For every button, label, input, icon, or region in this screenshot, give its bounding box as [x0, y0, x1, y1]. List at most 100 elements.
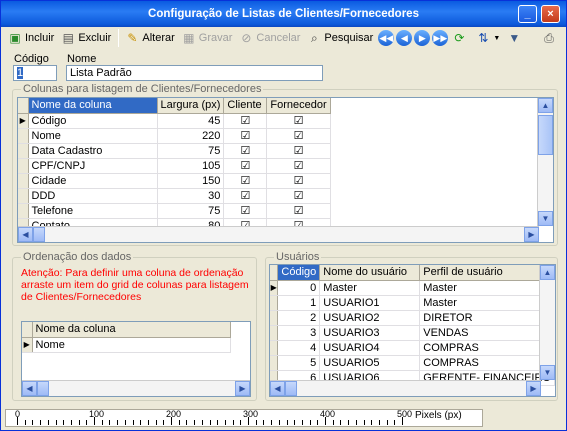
col-header-fornecedor[interactable]: Fornecedor [266, 98, 331, 114]
columns-group-title: Colunas para listagem de Clientes/Fornec… [21, 83, 264, 95]
cliente-checkbox[interactable]: ☑ [223, 143, 268, 159]
ruler-tick [63, 420, 65, 425]
cancel-icon: ⊘ [241, 31, 252, 45]
fornecedor-checkbox[interactable]: ☑ [266, 143, 331, 159]
table-row[interactable]: CPF/CNPJ 105 ☑ ☑ [18, 158, 331, 174]
ruler-tick [171, 417, 172, 425]
table-row[interactable]: ▶ 0 Master Master [270, 280, 555, 296]
ruler-tick [70, 420, 72, 425]
close-button[interactable]: × [541, 5, 560, 23]
minimize-button[interactable]: _ [518, 5, 537, 23]
first-record-icon[interactable]: ◀◀ [378, 30, 395, 46]
columns-vscrollbar[interactable]: ▲ ▼ [537, 98, 553, 226]
table-row[interactable]: ▶ Código 45 ☑ ☑ [18, 113, 331, 129]
codigo-field[interactable]: 1 [13, 65, 57, 81]
fornecedor-checkbox[interactable]: ☑ [266, 113, 331, 129]
table-row[interactable]: 4 USUARIO4 COMPRAS [270, 340, 555, 356]
incluir-button[interactable]: ▣ Incluir [5, 28, 57, 48]
ruler-unit-label: Pixels (px) [415, 410, 462, 421]
user-col-header-perfil[interactable]: Perfil de usuário [419, 265, 555, 281]
nome-field[interactable]: Lista Padrão [66, 65, 323, 81]
ruler-tick [294, 420, 296, 425]
cliente-checkbox[interactable]: ☑ [223, 113, 268, 129]
ruler-tick [332, 420, 334, 425]
alterar-button[interactable]: ✎ Alterar [122, 28, 177, 48]
previous-record-icon[interactable]: ◀ [396, 30, 413, 46]
order-grid[interactable]: Nome da coluna ▶ Nome ◀ ▶ [21, 321, 251, 397]
last-record-icon[interactable]: ▶▶ [432, 30, 449, 46]
columns-hscrollbar[interactable]: ◀ ▶ [18, 226, 539, 242]
scroll-left-icon: ◀ [22, 381, 37, 396]
cliente-checkbox[interactable]: ☑ [223, 188, 268, 204]
columns-grid[interactable]: Nome da coluna Largura (px) Cliente Forn… [17, 97, 554, 243]
ruler-tick [317, 420, 319, 425]
main-window: Configuração de Listas de Clientes/Forne… [0, 0, 567, 431]
ruler-tick [32, 420, 34, 425]
ruler-tick [132, 420, 134, 425]
print-button[interactable]: ⎙ [539, 28, 562, 48]
columns-group: Colunas para listagem de Clientes/Fornec… [12, 83, 558, 246]
table-row[interactable]: Data Cadastro 75 ☑ ☑ [18, 143, 331, 159]
next-record-icon[interactable]: ▶ [414, 30, 431, 46]
save-icon: ▦ [183, 31, 195, 45]
table-row[interactable]: 3 USUARIO3 VENDAS [270, 325, 555, 341]
fornecedor-checkbox[interactable]: ☑ [266, 128, 331, 144]
table-row[interactable]: 5 USUARIO5 COMPRAS [270, 355, 555, 371]
sort-button[interactable]: ⇅ ▼ [473, 28, 503, 48]
scroll-right-icon: ▶ [526, 381, 541, 396]
ruler-tick [255, 420, 257, 425]
trash-icon: ▤ [62, 31, 75, 45]
order-group: Ordenação dos dados Atenção: Para defini… [12, 251, 257, 401]
table-row[interactable]: Cidade 150 ☑ ☑ [18, 173, 331, 189]
ruler-tick [86, 420, 88, 425]
fornecedor-checkbox[interactable]: ☑ [266, 158, 331, 174]
table-row[interactable]: DDD 30 ☑ ☑ [18, 188, 331, 204]
col-header-nome[interactable]: Nome da coluna [28, 98, 158, 114]
excluir-button[interactable]: ▤ Excluir [58, 28, 114, 48]
table-row[interactable]: Nome 220 ☑ ☑ [18, 128, 331, 144]
cliente-checkbox[interactable]: ☑ [223, 158, 268, 174]
order-hscrollbar[interactable]: ◀ ▶ [22, 380, 250, 396]
cliente-checkbox[interactable]: ☑ [223, 203, 268, 219]
toolbar: ▣ Incluir ▤ Excluir ✎ Alterar ▦ Gravar ⊘ Canc… [5, 27, 563, 49]
ruler-tick [348, 420, 350, 425]
users-hscrollbar[interactable]: ◀ ▶ [270, 380, 541, 396]
pesquisar-button[interactable]: ⌕ Pesquisar [304, 28, 376, 48]
table-row[interactable]: 2 USUARIO2 DIRETOR [270, 310, 555, 326]
filter-button[interactable]: ▼ [504, 28, 527, 48]
users-vscrollbar[interactable]: ▲ ▼ [539, 265, 555, 380]
ruler-tick [363, 420, 365, 425]
refresh-button[interactable]: ⟳ [449, 28, 472, 48]
codigo-label: Código [14, 53, 49, 65]
cancelar-button[interactable]: ⊘ Cancelar [236, 28, 303, 48]
table-row[interactable]: Telefone 75 ☑ ☑ [18, 203, 331, 219]
col-header-largura[interactable]: Largura (px) [157, 98, 225, 114]
scroll-down-icon: ▼ [538, 211, 553, 226]
cliente-checkbox[interactable]: ☑ [223, 173, 268, 189]
col-header-cliente[interactable]: Cliente [223, 98, 268, 114]
pencil-icon: ✎ [127, 31, 138, 45]
ruler-tick [278, 420, 280, 425]
fornecedor-checkbox[interactable]: ☑ [266, 188, 331, 204]
table-row[interactable]: ▶ Nome [22, 337, 231, 353]
fornecedor-checkbox[interactable]: ☑ [266, 173, 331, 189]
ruler-label: 100 [89, 409, 105, 419]
table-row[interactable]: 1 USUARIO1 Master [270, 295, 555, 311]
ruler-tick [201, 420, 203, 425]
scroll-thumb [285, 381, 297, 396]
ruler-tick [47, 420, 49, 425]
user-col-header-nome[interactable]: Nome do usuário [319, 265, 421, 281]
order-col-header[interactable]: Nome da coluna [32, 322, 231, 338]
ruler-tick [155, 420, 157, 425]
scroll-right-icon: ▶ [524, 227, 539, 242]
ruler-tick [340, 420, 342, 425]
users-grid[interactable]: Código Nome do usuário Perfil de usuário… [269, 264, 556, 397]
ruler-tick [101, 420, 103, 425]
user-col-header-codigo[interactable]: Código [277, 265, 321, 281]
nome-label: Nome [67, 53, 97, 65]
ruler-tick [140, 420, 142, 425]
cliente-checkbox[interactable]: ☑ [223, 128, 268, 144]
gravar-button[interactable]: ▦ Gravar [179, 28, 236, 48]
fornecedor-checkbox[interactable]: ☑ [266, 203, 331, 219]
scroll-thumb [538, 115, 553, 155]
